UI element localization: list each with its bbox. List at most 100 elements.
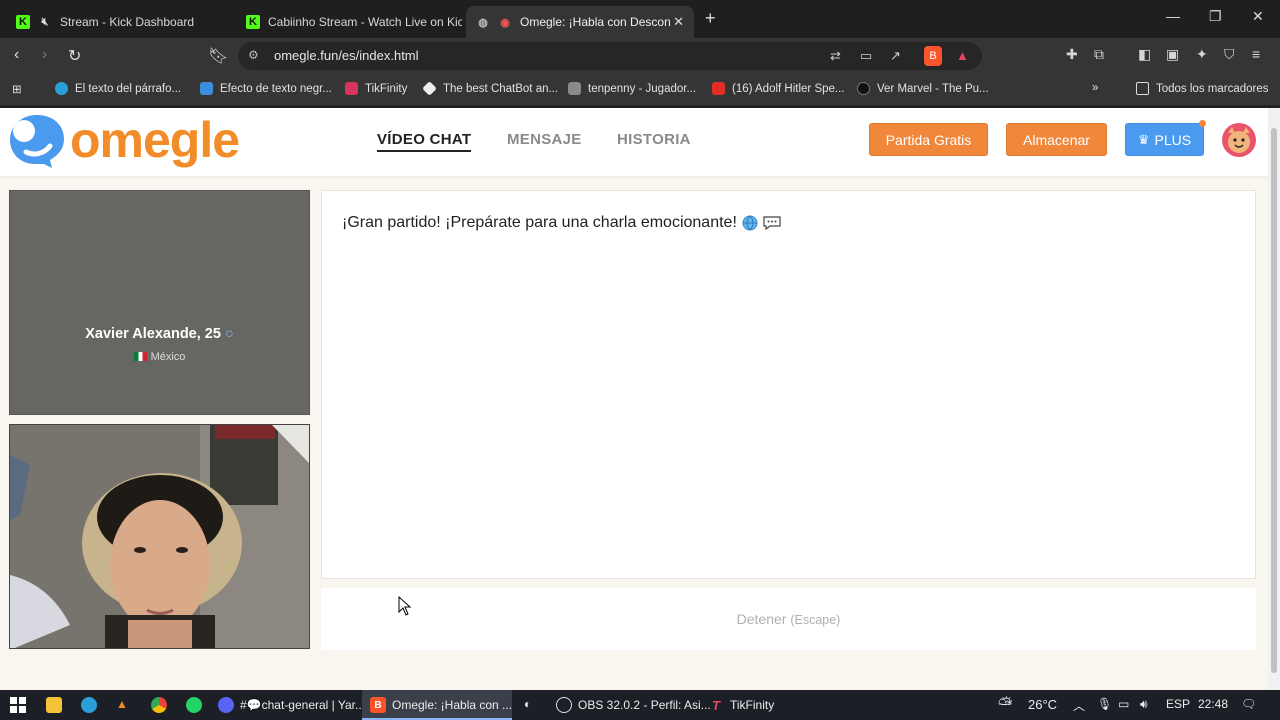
muted-icon[interactable]: 🔇︎	[38, 15, 52, 29]
cast-icon[interactable]: ▭	[860, 48, 872, 64]
plus-button[interactable]: ♛ PLUS	[1125, 123, 1204, 156]
reload-icon[interactable]: ↻	[68, 46, 81, 66]
file-explorer-icon[interactable]	[46, 697, 68, 713]
stop-label: Detener	[736, 611, 787, 627]
youtube-icon	[712, 82, 725, 95]
omegle-logo-icon	[8, 112, 66, 168]
bookmark-item[interactable]: (16) Adolf Hitler Spe...	[712, 82, 845, 95]
site-info-icon[interactable]: ⚙	[248, 48, 259, 62]
show-hidden-icons[interactable]: ︿	[1073, 697, 1085, 714]
language-indicator[interactable]: ESP	[1166, 697, 1190, 711]
system-message: ¡Gran partido! ¡Prepárate para una charl…	[342, 214, 781, 232]
weather-temp[interactable]: 26°C	[1028, 697, 1057, 712]
clock[interactable]: 22:48	[1198, 697, 1228, 711]
tab-omegle[interactable]: ◍ ◉ Omegle: ¡Habla con Descono ✕	[466, 6, 694, 38]
kick-icon: K	[246, 15, 260, 29]
stop-button[interactable]: Detener (Escape)	[321, 611, 1256, 627]
volume-icon[interactable]: 🔊︎	[1140, 697, 1148, 712]
webcam-feed-image	[10, 425, 309, 648]
brave-rewards-icon[interactable]: ▲	[956, 48, 969, 63]
close-tab-icon[interactable]: ✕	[673, 14, 684, 30]
minimize-icon[interactable]: —	[1166, 8, 1180, 24]
bookmark-item[interactable]: TikFinity	[345, 82, 407, 95]
microphone-icon[interactable]: 🎙︎	[1097, 697, 1112, 711]
tab-kick-stream[interactable]: K Cabiinho Stream - Watch Live on Kick	[236, 6, 462, 38]
bookmark-item[interactable]: Ver Marvel - The Pu...	[857, 82, 989, 95]
share-icon[interactable]: ↗	[890, 48, 901, 64]
vpn-icon[interactable]: ⛉	[1224, 46, 1235, 63]
vlc-icon[interactable]: ▲	[116, 697, 128, 711]
sidebar-icon[interactable]: ◧	[1138, 46, 1151, 63]
taskbar-discord[interactable]: #💬chat-general | Yar...	[218, 697, 365, 713]
logo-text: omegle	[70, 112, 240, 168]
back-icon[interactable]: ‹	[14, 46, 19, 64]
screenshot-icon[interactable]: ⧉	[1094, 46, 1104, 63]
nav-video-chat[interactable]: VÍDEO CHAT	[377, 131, 472, 152]
nav-message[interactable]: MENSAJE	[507, 131, 582, 148]
user-avatar[interactable]	[1222, 123, 1256, 157]
translate-icon[interactable]: ⇄	[830, 48, 841, 64]
edge-icon	[55, 82, 68, 95]
browser-toolbar: ‹ › ↻ 🔖︎ ⚙ omegle.fun/es/index.html ⇄ ▭ …	[0, 38, 1280, 74]
tab-kick-dashboard[interactable]: K 🔇︎ Stream - Kick Dashboard	[6, 6, 232, 38]
all-bookmarks-folder[interactable]: Todos los marcadores	[1136, 82, 1269, 95]
brave-shields-icon[interactable]: B	[924, 46, 942, 66]
page-scrollbar[interactable]	[1268, 108, 1280, 690]
taskbar-obs[interactable]: OBS 32.0.2 - Perfil: Asi...	[556, 697, 711, 713]
crown-icon: ♛	[1137, 131, 1150, 147]
notification-dot	[1199, 120, 1206, 127]
tab-title: Omegle: ¡Habla con Descono	[520, 15, 670, 29]
close-window-icon[interactable]: ✕	[1252, 8, 1264, 25]
tikfinity-icon	[345, 82, 358, 95]
chrome-icon[interactable]	[151, 697, 173, 713]
mexico-flag-icon	[133, 352, 147, 361]
edge-icon[interactable]	[81, 697, 103, 713]
leo-ai-icon[interactable]: ✦	[1196, 46, 1208, 63]
store-button[interactable]: Almacenar	[1006, 123, 1107, 156]
restore-icon[interactable]: ❐	[1209, 8, 1222, 25]
extensions-icon[interactable]: ✚	[1066, 46, 1078, 63]
bookmark-icon[interactable]: 🔖︎	[208, 46, 228, 66]
apps-grid-icon[interactable]: ⊞	[12, 82, 22, 96]
bookmark-item[interactable]: tenpenny - Jugador...	[568, 82, 696, 95]
nav-history[interactable]: HISTORIA	[617, 131, 691, 148]
url-text[interactable]: omegle.fun/es/index.html	[274, 48, 419, 63]
bookmark-item[interactable]: Efecto de texto negr...	[200, 82, 332, 95]
scrollbar-thumb[interactable]	[1271, 128, 1277, 673]
bookmark-item[interactable]: The best ChatBot an...	[422, 81, 558, 96]
notifications-icon[interactable]: 🗨︎	[1241, 697, 1256, 711]
self-camera-video	[9, 424, 310, 649]
chatbot-icon	[422, 81, 437, 96]
text-effect-icon	[200, 82, 213, 95]
new-tab-icon[interactable]: +	[705, 8, 716, 29]
chat-log: ¡Gran partido! ¡Prepárate para una charl…	[321, 190, 1256, 579]
free-match-button[interactable]: Partida Gratis	[869, 123, 988, 156]
dark-mode-icon[interactable]: ◐	[524, 697, 531, 711]
stranger-video-panel: Xavier Alexande, 25 ○ México	[9, 190, 310, 415]
taskbar-tikfinity[interactable]: T TikFinity	[708, 697, 774, 713]
browser-tab-bar: K 🔇︎ Stream - Kick Dashboard K Cabiinho …	[0, 0, 1280, 38]
omegle-page: omegle VÍDEO CHAT MENSAJE HISTORIA Parti…	[0, 108, 1268, 690]
wallet-icon[interactable]: ▣	[1166, 46, 1179, 63]
whatsapp-icon[interactable]	[186, 697, 208, 713]
network-icon[interactable]: ▭	[1118, 697, 1129, 711]
address-bar[interactable]: ⚙ omegle.fun/es/index.html ⇄ ▭ ↗ B ▲	[238, 42, 982, 70]
tikfinity-icon: T	[712, 697, 720, 713]
bookmarks-bar: ⊞ El texto del párrafo... Efecto de text…	[0, 74, 1280, 106]
taskbar-brave[interactable]: B Omegle: ¡Habla con ...	[370, 697, 512, 713]
stranger-country: México	[10, 351, 309, 363]
stranger-name: Xavier Alexande, 25 ○	[85, 326, 234, 342]
obs-icon	[556, 697, 572, 713]
brave-icon: B	[370, 697, 386, 713]
steam-icon	[568, 82, 581, 95]
globe-icon: ◍	[478, 16, 488, 29]
bookmark-item[interactable]: El texto del párrafo...	[55, 82, 181, 95]
forward-icon[interactable]: ›	[42, 46, 47, 64]
windows-start-icon[interactable]	[10, 697, 26, 713]
menu-icon[interactable]: ≡	[1252, 46, 1260, 62]
more-bookmarks-icon[interactable]: »	[1092, 82, 1098, 94]
weather-icon[interactable]: ⛅︎	[998, 694, 1012, 715]
globe-icon	[741, 214, 759, 232]
omegle-logo[interactable]: omegle	[8, 112, 240, 168]
folder-icon	[1136, 82, 1149, 95]
